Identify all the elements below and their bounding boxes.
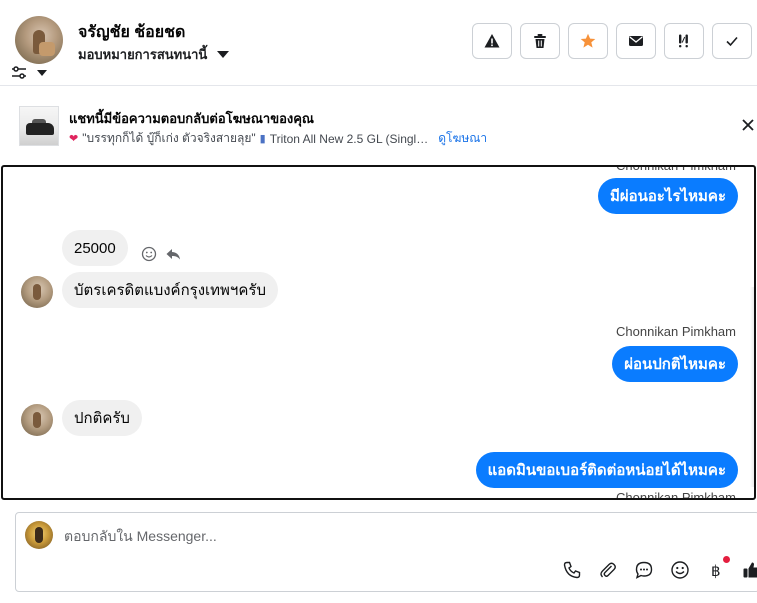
mark-spam-button[interactable] [472,23,512,59]
ad-reply-banner: แชทนี้มีข้อความตอบกลับต่อโฆษณาของคุณ ❤ "… [0,87,757,163]
message-bubble-incoming[interactable]: 25000 [62,230,128,266]
sender-label: Chonnikan Pimkham [616,165,736,173]
ad-quote: "บรรทุกก็ได้ บู๊ก็เก่ง ตัวจริงสายลุย" [82,131,256,145]
check-icon [726,36,738,47]
page-avatar [25,521,53,549]
phone-icon [563,561,581,579]
message-bubble-incoming[interactable]: บัตรเครดิตแบงค์กรุงเทพฯครับ [62,272,278,308]
chat-bubble-icon [635,561,653,579]
emoji-icon [671,561,689,579]
react-emoji-icon[interactable] [141,246,157,262]
contact-name[interactable]: จรัญชัย ช้อยชด [78,20,185,45]
sliders-icon[interactable] [11,66,27,80]
caret-down-icon [217,51,230,58]
assign-conversation-dropdown[interactable]: มอบหมายการสนทนานี้ [78,44,230,65]
call-button[interactable] [561,559,583,581]
paperclip-icon [600,562,616,578]
envelope-icon [629,36,643,46]
contact-avatar[interactable] [21,404,53,436]
ad-banner-title: แชทนี้มีข้อความตอบกลับต่อโฆษณาของคุณ [69,111,314,126]
scrollbar[interactable] [750,287,754,487]
svg-text:฿: ฿ [711,562,721,580]
heart-icon: ❤ [69,133,79,145]
message-bubble-incoming[interactable]: ปกติครับ [62,400,142,436]
message-thread[interactable]: Chonnikan Pimkham มีผ่อนอะไรไหมคะ 25000 … [1,165,756,500]
trash-icon [534,34,546,48]
message-actions [141,246,181,262]
ad-thumbnail[interactable] [19,106,59,146]
message-bubble-outgoing[interactable]: แอดมินขอเบอร์ติดต่อหน่อยได้ไหมคะ [475,452,738,488]
saved-replies-button[interactable] [633,559,655,581]
like-button[interactable] [741,559,757,581]
emoji-button[interactable] [669,559,691,581]
contact-avatar[interactable] [15,16,63,64]
delete-button[interactable] [520,23,560,59]
thumbs-up-icon [743,562,757,578]
baht-icon: ฿ [711,562,721,580]
ad-details: ❤ "บรรทุกก็ได้ บู๊ก็เก่ง ตัวจริงสายลุย" … [69,129,487,148]
reply-input[interactable] [64,525,724,547]
payment-button[interactable]: ฿ [705,556,730,581]
conversation-toolbar [472,23,752,59]
warning-icon [484,34,500,48]
message-bubble-outgoing[interactable]: มีผ่อนอะไรไหมคะ [597,178,738,214]
exclamation-icon [679,34,688,48]
mark-unread-button[interactable] [616,23,656,59]
message-bubble-outgoing[interactable]: ผ่อนปกติไหมคะ [612,346,738,382]
attach-button[interactable] [597,559,619,581]
composer-toolbar: ฿ [561,556,757,581]
notification-dot [723,556,730,563]
star-button[interactable] [568,23,608,59]
star-icon [580,33,596,48]
mark-done-button[interactable] [712,23,752,59]
view-ad-link[interactable]: ดูโฆษณา [438,129,487,148]
follow-up-button[interactable] [664,23,704,59]
conversation-header: จรัญชัย ช้อยชด มอบหมายการสนทนานี้ [0,0,757,86]
car-icon: ▮ [259,133,266,145]
sender-label: Chonnikan Pimkham [616,324,736,339]
caret-down-icon[interactable] [37,70,47,76]
contact-avatar[interactable] [21,276,53,308]
assign-label: มอบหมายการสนทนานี้ [78,47,208,62]
reply-icon[interactable] [165,246,181,262]
ad-product: Triton All New 2.5 GL (Singl… [269,131,429,146]
reply-composer: ฿ [15,512,757,592]
sender-label: Chonnikan Pimkham [616,490,736,500]
close-icon[interactable] [740,117,756,133]
